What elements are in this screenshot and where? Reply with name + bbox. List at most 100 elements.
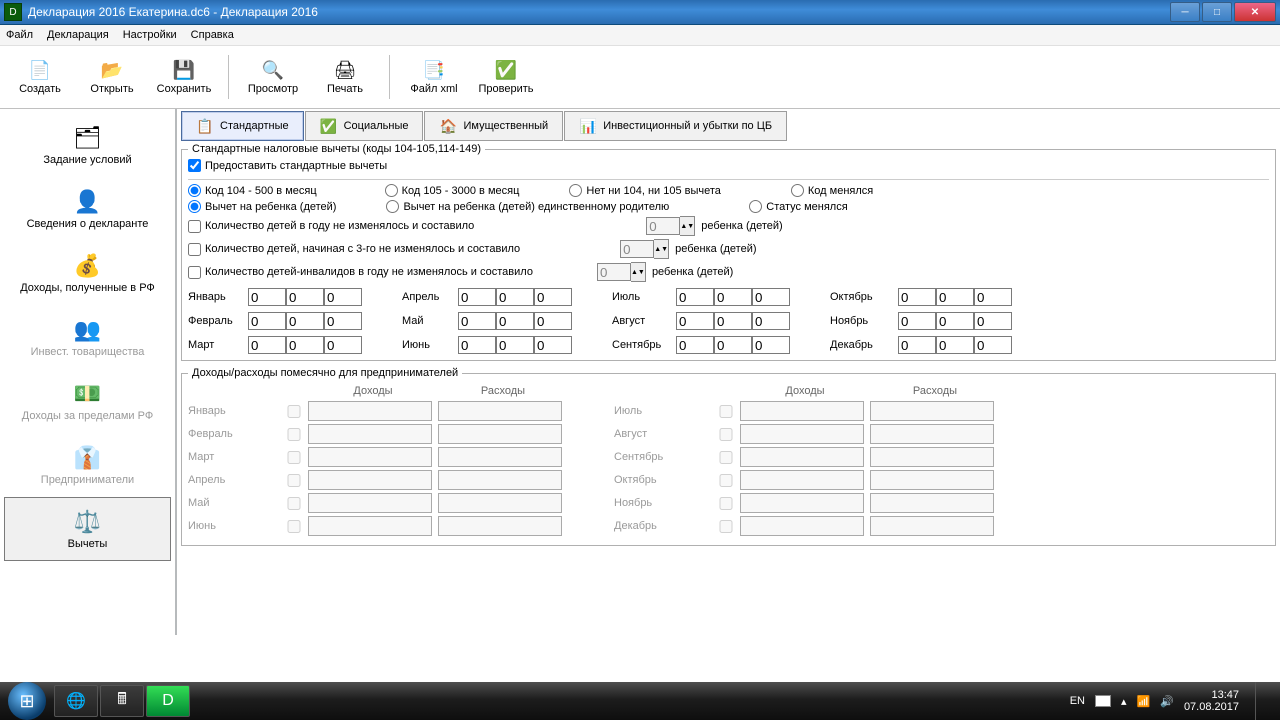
dec-input-3[interactable] <box>974 336 1012 354</box>
biz-mar-expense[interactable] <box>438 447 562 467</box>
oct-input-1[interactable] <box>898 288 936 306</box>
nov-input-3[interactable] <box>974 312 1012 330</box>
tray-sound-icon[interactable]: 🔊 <box>1160 695 1174 708</box>
spinner-arrows-icon[interactable]: ▲▼ <box>680 216 695 236</box>
show-desktop[interactable] <box>1255 682 1266 720</box>
aug-input-3[interactable] <box>752 312 790 330</box>
tab-social[interactable]: ✅Социальные <box>305 111 424 141</box>
nov-input-2[interactable] <box>936 312 974 330</box>
check-button[interactable]: ✅Проверить <box>474 52 538 102</box>
sidebar-item-income-rf[interactable]: 💰Доходы, полученные в РФ <box>4 241 171 305</box>
mar-input-1[interactable] <box>248 336 286 354</box>
tray-flag-icon[interactable] <box>1095 695 1111 707</box>
tray-network-icon[interactable]: 📶 <box>1137 695 1151 708</box>
biz-dec-expense[interactable] <box>870 516 994 536</box>
nov-input-1[interactable] <box>898 312 936 330</box>
biz-jun-income[interactable] <box>308 516 432 536</box>
taskbar-app[interactable]: D <box>146 685 190 717</box>
jan-input-3[interactable] <box>324 288 362 306</box>
aug-input-1[interactable] <box>676 312 714 330</box>
jun-input-2[interactable] <box>496 336 534 354</box>
children-count-checkbox[interactable]: Количество детей в году не изменялось и … <box>188 220 474 233</box>
biz-aug-income[interactable] <box>740 424 864 444</box>
sep-input-2[interactable] <box>714 336 752 354</box>
biz-jul-income[interactable] <box>740 401 864 421</box>
sidebar-item-declarant[interactable]: 👤Сведения о декларанте <box>4 177 171 241</box>
disabled-children-checkbox[interactable]: Количество детей-инвалидов в году не изм… <box>188 266 533 279</box>
sep-input-3[interactable] <box>752 336 790 354</box>
biz-may-checkbox[interactable] <box>280 497 308 510</box>
biz-feb-checkbox[interactable] <box>280 428 308 441</box>
biz-may-income[interactable] <box>308 493 432 513</box>
sidebar-item-deductions[interactable]: ⚖️Вычеты <box>4 497 171 561</box>
may-input-3[interactable] <box>534 312 572 330</box>
taskbar-calculator[interactable]: 🖩 <box>100 685 144 717</box>
jul-input-2[interactable] <box>714 288 752 306</box>
biz-dec-income[interactable] <box>740 516 864 536</box>
biz-feb-expense[interactable] <box>438 424 562 444</box>
biz-mar-checkbox[interactable] <box>280 451 308 464</box>
biz-mar-income[interactable] <box>308 447 432 467</box>
xml-button[interactable]: 📑Файл xml <box>402 52 466 102</box>
sidebar-item-conditions[interactable]: 🗂Задание условий <box>4 113 171 177</box>
biz-oct-checkbox[interactable] <box>712 474 740 487</box>
biz-jan-expense[interactable] <box>438 401 562 421</box>
biz-nov-expense[interactable] <box>870 493 994 513</box>
jul-input-3[interactable] <box>752 288 790 306</box>
sidebar-item-income-abroad[interactable]: 💵Доходы за пределами РФ <box>4 369 171 433</box>
biz-apr-expense[interactable] <box>438 470 562 490</box>
aug-input-2[interactable] <box>714 312 752 330</box>
biz-apr-income[interactable] <box>308 470 432 490</box>
biz-aug-checkbox[interactable] <box>712 428 740 441</box>
sidebar-item-invest[interactable]: 👥Инвест. товарищества <box>4 305 171 369</box>
tab-standard[interactable]: 📋Стандартные <box>181 111 304 141</box>
biz-apr-checkbox[interactable] <box>280 474 308 487</box>
menu-file[interactable]: Файл <box>6 29 33 41</box>
code-changed-radio[interactable]: Код менялся <box>791 184 873 197</box>
biz-jul-checkbox[interactable] <box>712 405 740 418</box>
window-close[interactable]: ✕ <box>1234 2 1276 22</box>
biz-may-expense[interactable] <box>438 493 562 513</box>
biz-jan-checkbox[interactable] <box>280 405 308 418</box>
feb-input-2[interactable] <box>286 312 324 330</box>
tray-chevron-icon[interactable]: ▴ <box>1121 695 1127 708</box>
biz-nov-checkbox[interactable] <box>712 497 740 510</box>
feb-input-1[interactable] <box>248 312 286 330</box>
dec-input-2[interactable] <box>936 336 974 354</box>
biz-aug-expense[interactable] <box>870 424 994 444</box>
menu-settings[interactable]: Настройки <box>123 29 177 41</box>
biz-sep-expense[interactable] <box>870 447 994 467</box>
provide-standard-checkbox[interactable]: Предоставить стандартные вычеты <box>188 159 387 172</box>
spinner-arrows-icon[interactable]: ▲▼ <box>654 239 669 259</box>
window-minimize[interactable]: ─ <box>1170 2 1200 22</box>
jul-input-1[interactable] <box>676 288 714 306</box>
apr-input-1[interactable] <box>458 288 496 306</box>
biz-jan-income[interactable] <box>308 401 432 421</box>
disabled-children-spinner[interactable]: ▲▼ <box>597 262 646 282</box>
start-button[interactable]: ⊞ <box>8 682 46 720</box>
spinner-arrows-icon[interactable]: ▲▼ <box>631 262 646 282</box>
tray-lang[interactable]: EN <box>1070 695 1085 707</box>
no-code-radio[interactable]: Нет ни 104, ни 105 вычета <box>569 184 720 197</box>
biz-jul-expense[interactable] <box>870 401 994 421</box>
jun-input-3[interactable] <box>534 336 572 354</box>
biz-dec-checkbox[interactable] <box>712 520 740 533</box>
biz-nov-income[interactable] <box>740 493 864 513</box>
oct-input-2[interactable] <box>936 288 974 306</box>
apr-input-3[interactable] <box>534 288 572 306</box>
biz-sep-checkbox[interactable] <box>712 451 740 464</box>
save-button[interactable]: 💾Сохранить <box>152 52 216 102</box>
oct-input-3[interactable] <box>974 288 1012 306</box>
jan-input-1[interactable] <box>248 288 286 306</box>
status-changed-radio[interactable]: Статус менялся <box>749 200 847 213</box>
print-button[interactable]: 🖨Печать <box>313 52 377 102</box>
child-deduct-radio[interactable]: Вычет на ребенка (детей) <box>188 200 336 213</box>
biz-feb-income[interactable] <box>308 424 432 444</box>
may-input-2[interactable] <box>496 312 534 330</box>
feb-input-3[interactable] <box>324 312 362 330</box>
biz-oct-income[interactable] <box>740 470 864 490</box>
create-button[interactable]: 📄Создать <box>8 52 72 102</box>
biz-jun-checkbox[interactable] <box>280 520 308 533</box>
code104-radio[interactable]: Код 104 - 500 в месяц <box>188 184 317 197</box>
children-from3-checkbox[interactable]: Количество детей, начиная с 3-го не изме… <box>188 243 520 256</box>
